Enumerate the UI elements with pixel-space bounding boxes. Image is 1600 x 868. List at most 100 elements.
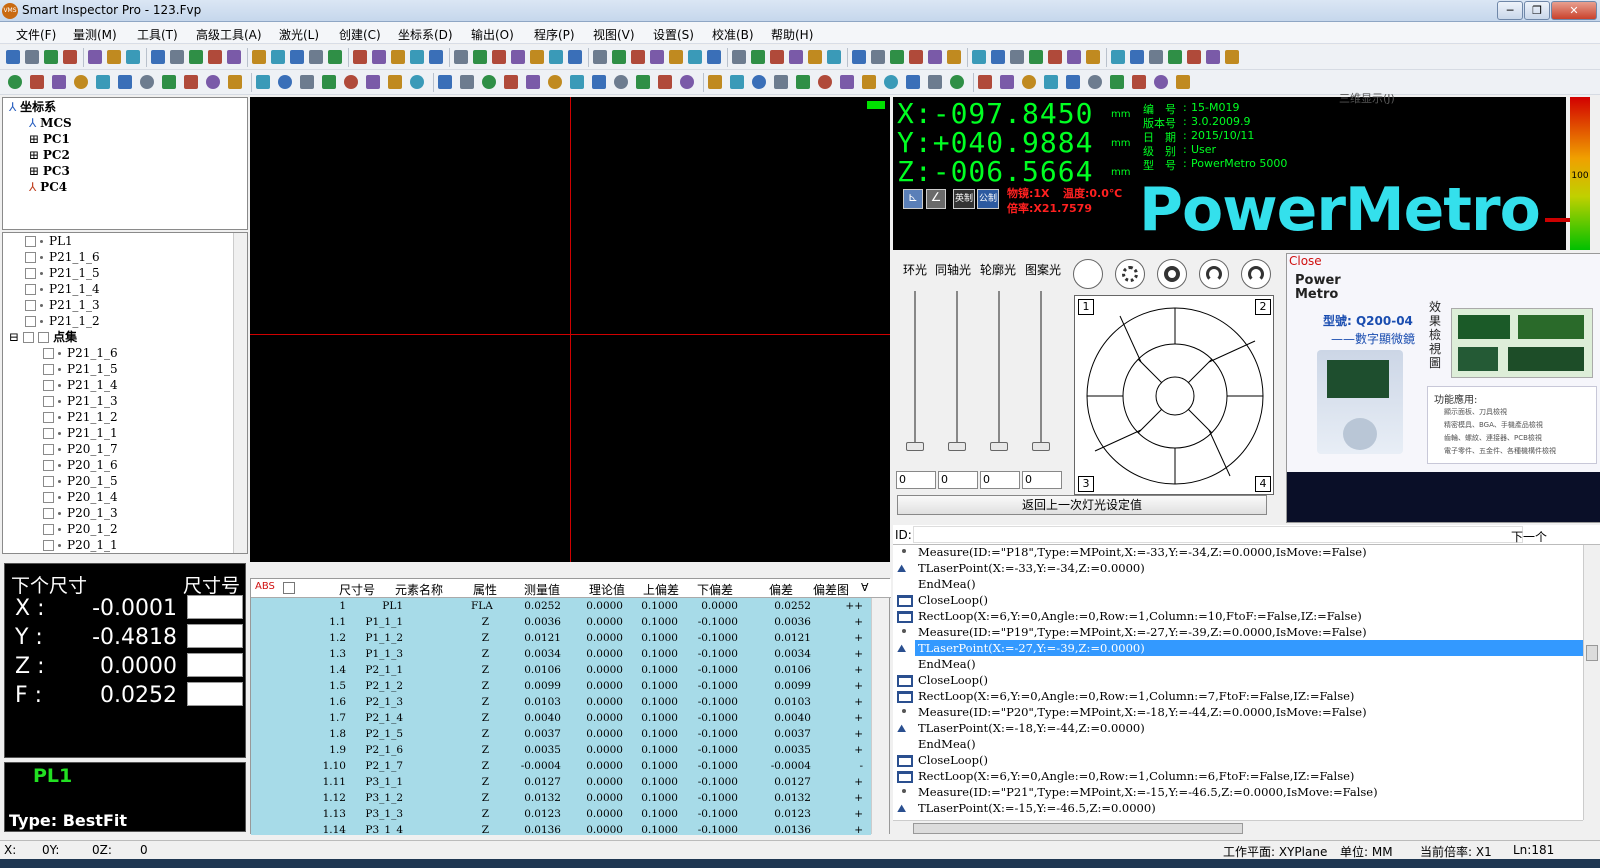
measure-tool-icon[interactable] (1110, 75, 1124, 89)
program-line[interactable]: CloseLoop() (918, 593, 988, 607)
measure-tool-icon[interactable] (184, 75, 198, 89)
coord-mode-icon[interactable]: ⊾ (903, 189, 923, 209)
table-row[interactable]: 1.10 P2_1_7 Z -0.0004 0.0000 0.1000 -0.1000 -0.… (251, 758, 871, 774)
measure-tool-icon[interactable] (752, 75, 766, 89)
toolbar-tool-icon[interactable] (1067, 50, 1081, 64)
point-item[interactable]: P20_1_1 (43, 537, 118, 553)
measure-tool-icon[interactable] (950, 75, 964, 89)
point-checkbox[interactable] (43, 348, 54, 359)
point-checkbox[interactable] (43, 364, 54, 375)
toolbar-tool-icon[interactable] (151, 50, 165, 64)
toolbar-tool-icon[interactable] (63, 50, 77, 64)
toolbar-tool-icon[interactable] (25, 50, 39, 64)
lamp-half-icon[interactable] (1199, 259, 1229, 289)
table-row[interactable]: 1.12 P3_1_2 Z 0.0132 0.0000 0.1000 -0.1000 0.01… (251, 790, 871, 806)
table-row[interactable]: 1.5 P2_1_2 Z 0.0099 0.0000 0.1000 -0.1000 0.009… (251, 678, 871, 694)
feature-checkbox[interactable] (25, 316, 36, 327)
measure-tool-icon[interactable] (978, 75, 992, 89)
measure-tool-icon[interactable] (658, 75, 672, 89)
restore-light-button[interactable]: 返回上一次灯光设定值 (897, 495, 1267, 515)
measure-tool-icon[interactable] (30, 75, 44, 89)
measure-tool-icon[interactable] (774, 75, 788, 89)
lamp-segment-icon[interactable] (1115, 259, 1145, 289)
point-item[interactable]: P21_1_4 (43, 377, 118, 393)
measure-tool-icon[interactable] (1154, 75, 1168, 89)
feature-checkbox[interactable] (25, 300, 36, 311)
measure-tool-icon[interactable] (680, 75, 694, 89)
measure-tool-icon[interactable] (592, 75, 606, 89)
menu-file[interactable]: 文件(F) (16, 26, 56, 43)
toolbar-tool-icon[interactable] (227, 50, 241, 64)
size-number-input[interactable] (187, 682, 243, 706)
slider-knob[interactable] (906, 442, 924, 451)
toolbar-tool-icon[interactable] (650, 50, 664, 64)
feature-tree-scrollbar[interactable] (233, 233, 247, 553)
expand-icon[interactable]: ⊞ (29, 148, 39, 162)
feature-checkbox[interactable] (25, 252, 36, 263)
next-button[interactable]: 下一个 (1511, 528, 1547, 545)
toolbar-tool-icon[interactable] (1029, 50, 1043, 64)
coord-item-pc4[interactable]: ⅄ PC4 (29, 179, 67, 195)
quadrant-1-label[interactable]: 1 (1078, 299, 1094, 315)
point-item[interactable]: P21_1_6 (43, 345, 118, 361)
program-line[interactable]: Measure(ID:="P19",Type:=MPoint,X:=-27,Y:… (918, 625, 1367, 639)
menu-output[interactable]: 输出(O) (471, 26, 514, 43)
measure-tool-icon[interactable] (410, 75, 424, 89)
expand-icon[interactable]: ⊞ (29, 132, 39, 146)
quadrant-4-label[interactable]: 4 (1255, 476, 1271, 492)
table-row[interactable]: 1.7 P2_1_4 Z 0.0040 0.0000 0.1000 -0.1000 0.004… (251, 710, 871, 726)
group-type-checkbox[interactable] (38, 332, 50, 343)
coaxial-spinner[interactable]: 0 (938, 471, 978, 489)
lamp-off-icon[interactable] (1073, 259, 1103, 289)
measure-tool-icon[interactable] (388, 75, 402, 89)
measure-tool-icon[interactable] (438, 75, 452, 89)
toolbar-tool-icon[interactable] (88, 50, 102, 64)
feature-item[interactable]: P21_1_4 (25, 281, 100, 297)
measure-tool-icon[interactable] (228, 75, 242, 89)
program-editor[interactable]: Measure(ID:="P18",Type:=MPoint,X:=-33,Y:… (893, 545, 1583, 820)
ring-slider[interactable] (906, 291, 924, 451)
feature-item[interactable]: P21_1_5 (25, 265, 100, 281)
point-checkbox[interactable] (43, 460, 54, 471)
menu-help[interactable]: 帮助(H) (771, 26, 813, 43)
point-checkbox[interactable] (43, 444, 54, 455)
menu-tools[interactable]: 工具(T) (137, 26, 178, 43)
scroll-thumb[interactable] (1586, 645, 1598, 661)
segment-lamp-diagram[interactable] (1075, 296, 1275, 496)
measure-tool-icon[interactable] (8, 75, 22, 89)
close-button[interactable]: ✕ (1551, 1, 1597, 20)
toolbar-tool-icon[interactable] (454, 50, 468, 64)
feature-item[interactable]: P21_1_6 (25, 249, 100, 265)
toolbar-tool-icon[interactable] (1225, 50, 1239, 64)
toolbar-tool-icon[interactable] (568, 50, 582, 64)
measure-tool-icon[interactable] (1066, 75, 1080, 89)
coord-item-mcs[interactable]: ⅄ MCS (29, 115, 72, 131)
program-line[interactable]: EndMea() (918, 737, 976, 751)
program-line[interactable]: TLaserPoint(X:=-33,Y:=-34,Z:=0.0000) (918, 561, 1145, 575)
toolbar-tool-icon[interactable] (429, 50, 443, 64)
table-row[interactable]: 1.8 P2_1_5 Z 0.0037 0.0000 0.1000 -0.1000 0.003… (251, 726, 871, 742)
toolbar-tool-icon[interactable] (991, 50, 1005, 64)
measure-tool-icon[interactable] (162, 75, 176, 89)
measure-tool-icon[interactable] (906, 75, 920, 89)
measure-tool-icon[interactable] (74, 75, 88, 89)
table-row[interactable]: 1.13 P3_1_3 Z 0.0123 0.0000 0.1000 -0.1000 0.01… (251, 806, 871, 822)
program-line[interactable]: TLaserPoint(X:=-18,Y:=-44,Z:=0.0000) (918, 721, 1145, 735)
pattern-slider[interactable] (1032, 291, 1050, 451)
measure-tool-icon[interactable] (636, 75, 650, 89)
point-checkbox[interactable] (43, 524, 54, 535)
point-checkbox[interactable] (43, 428, 54, 439)
measure-tool-icon[interactable] (1000, 75, 1014, 89)
toolbar-tool-icon[interactable] (1130, 50, 1144, 64)
toolbar-tool-icon[interactable] (669, 50, 683, 64)
inch-button[interactable]: 英制 (953, 189, 975, 209)
measure-tool-icon[interactable] (884, 75, 898, 89)
table-row[interactable]: 1.9 P2_1_6 Z 0.0035 0.0000 0.1000 -0.1000 0.003… (251, 742, 871, 758)
program-scrollbar[interactable] (1583, 545, 1600, 820)
toolbar-tool-icon[interactable] (530, 50, 544, 64)
measure-tool-icon[interactable] (118, 75, 132, 89)
contour-spinner[interactable]: 0 (980, 471, 1020, 489)
feature-checkbox[interactable] (25, 236, 36, 247)
measure-tool-icon[interactable] (504, 75, 518, 89)
toolbar-tool-icon[interactable] (928, 50, 942, 64)
